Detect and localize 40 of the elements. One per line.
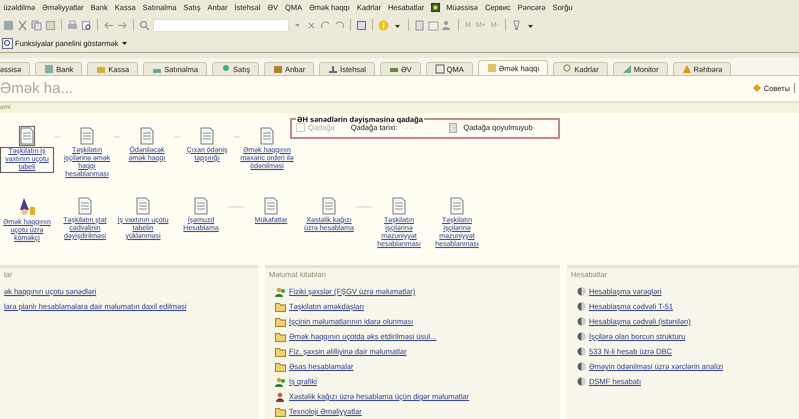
page-title: Əmək ha... [0, 80, 74, 97]
globe-icon[interactable] [577, 332, 586, 341]
clear-icon[interactable] [306, 20, 317, 30]
tab-icon [622, 64, 632, 74]
tab-icon [328, 64, 338, 74]
folder-icon[interactable] [275, 302, 286, 312]
globe-icon[interactable] [577, 302, 586, 311]
wizard-icon[interactable] [18, 196, 36, 217]
globe-icon[interactable] [577, 287, 586, 296]
tab-icon [221, 64, 232, 74]
tab-icon [96, 64, 106, 74]
tab-icon [273, 64, 284, 74]
tab-icon [44, 64, 54, 74]
people-icon[interactable] [275, 376, 286, 386]
preview-icon[interactable] [81, 20, 92, 30]
folder-icon[interactable] [275, 346, 286, 356]
globe-icon[interactable] [577, 347, 586, 356]
globe-icon[interactable] [577, 317, 586, 326]
folder-icon[interactable] [275, 332, 286, 342]
folder-icon[interactable] [275, 406, 286, 416]
person-icon[interactable] [275, 392, 286, 402]
search-icon[interactable] [139, 20, 150, 30]
back-arrow-icon[interactable] [103, 20, 114, 30]
search-field[interactable] [153, 18, 289, 32]
forward-arrow-icon[interactable] [117, 20, 128, 30]
tab-icon [682, 64, 692, 74]
tab-icon [486, 63, 497, 73]
tab-icon [434, 64, 445, 74]
people-icon[interactable] [275, 286, 286, 296]
copy-icon[interactable] [31, 20, 42, 30]
cut-icon[interactable] [17, 20, 28, 30]
tips-icon [752, 83, 762, 94]
globe-icon[interactable] [577, 377, 586, 386]
folder-icon[interactable] [275, 362, 286, 372]
tab-icon [562, 64, 572, 74]
globe-icon[interactable] [577, 362, 586, 371]
dropdown-icon[interactable] [121, 41, 128, 46]
app-icon[interactable] [430, 3, 440, 12]
folder-icon[interactable] [275, 316, 286, 326]
people-icon[interactable] [442, 20, 453, 30]
